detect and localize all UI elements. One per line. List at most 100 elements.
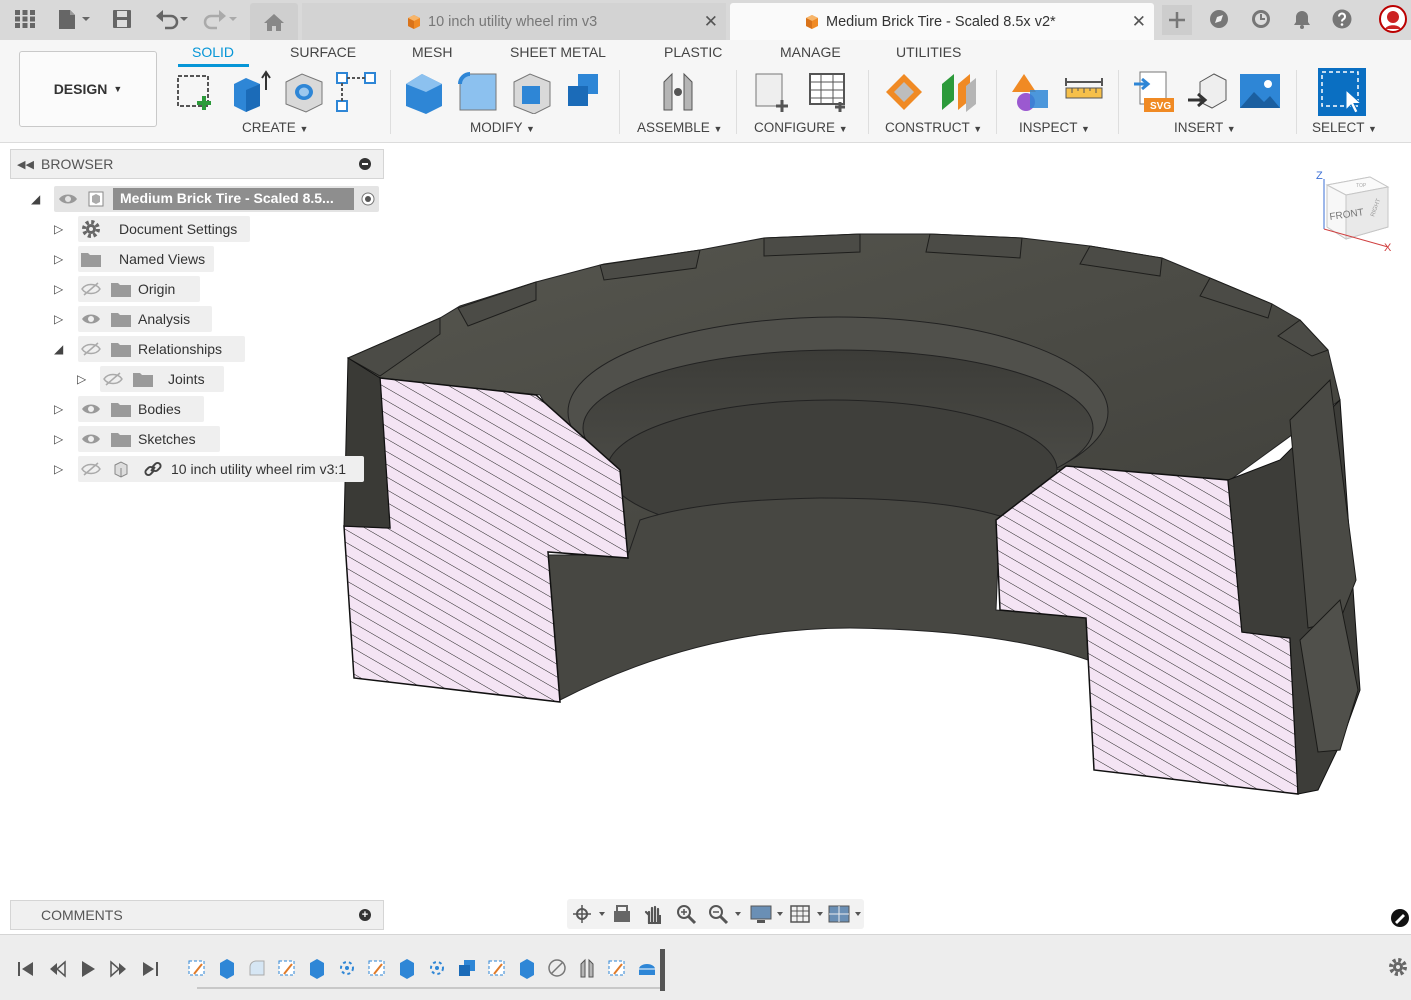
user-avatar[interactable]: [1378, 5, 1408, 33]
step-back-icon[interactable]: [48, 959, 68, 979]
new-tab-plus-icon[interactable]: [1162, 5, 1192, 35]
tab-surface[interactable]: SURFACE: [290, 44, 356, 60]
modify-group-label[interactable]: MODIFY ▼: [470, 120, 535, 135]
viewcube-top-label[interactable]: TOP: [1356, 183, 1367, 189]
job-status-icon[interactable]: [1248, 6, 1274, 32]
tree-item-origin[interactable]: Origin: [78, 276, 200, 302]
press-pull-icon[interactable]: [402, 70, 446, 114]
plane-at-angle-icon[interactable]: [936, 70, 980, 114]
file-menu-icon[interactable]: [54, 6, 94, 32]
viewports-icon[interactable]: [827, 903, 863, 925]
insert-mesh-icon[interactable]: [1186, 70, 1230, 114]
measure-icon[interactable]: [1062, 70, 1106, 114]
comments-panel-header[interactable]: COMMENTS +: [10, 900, 384, 930]
inspect-group-label[interactable]: INSPECT ▼: [1019, 120, 1090, 135]
tree-item-relationships[interactable]: Relationships: [78, 336, 245, 362]
close-tab-icon[interactable]: ✕: [704, 12, 718, 32]
view-cube[interactable]: FRONT RIGHT TOP Z X: [1312, 165, 1402, 255]
tree-item-bodies[interactable]: Bodies: [78, 396, 204, 422]
timeline-split-icon[interactable]: [546, 957, 568, 979]
visibility-eye-icon[interactable]: [57, 188, 79, 210]
tree-item-linked-component[interactable]: 10 inch utility wheel rim v3:1: [78, 456, 364, 482]
go-to-end-icon[interactable]: [140, 959, 160, 979]
go-to-start-icon[interactable]: [16, 959, 36, 979]
tree-item-analysis[interactable]: Analysis: [78, 306, 212, 332]
model-viewport[interactable]: [300, 143, 1411, 933]
document-tab-wheel-rim[interactable]: 10 inch utility wheel rim v3 ✕: [302, 3, 726, 40]
timeline-settings-gear-icon[interactable]: [1388, 957, 1408, 977]
look-at-icon[interactable]: [611, 903, 633, 925]
interference-icon[interactable]: [1008, 70, 1052, 114]
visibility-eye-icon[interactable]: [80, 308, 102, 330]
hidden-eye-icon[interactable]: [80, 338, 102, 360]
tab-mesh[interactable]: MESH: [412, 44, 452, 60]
insert-group-label[interactable]: INSERT ▼: [1174, 120, 1236, 135]
timeline-extrude-icon[interactable]: [516, 957, 538, 979]
tree-item-document-settings[interactable]: Document Settings: [78, 216, 250, 242]
offset-plane-icon[interactable]: [882, 70, 926, 114]
fit-zoom-window-icon[interactable]: [707, 903, 743, 925]
configure-group-label[interactable]: CONFIGURE ▼: [754, 120, 848, 135]
timeline-sketch-icon[interactable]: [486, 957, 508, 979]
activate-radio-icon[interactable]: [357, 188, 379, 210]
tree-item-sketches[interactable]: Sketches: [78, 426, 220, 452]
expand-arrow-icon[interactable]: ▷: [77, 372, 86, 386]
zoom-icon[interactable]: [675, 903, 697, 925]
timeline-section-analysis-icon[interactable]: [636, 957, 658, 979]
hidden-eye-icon[interactable]: [102, 368, 124, 390]
save-icon[interactable]: [110, 6, 134, 32]
timeline-pattern-icon[interactable]: [336, 957, 358, 979]
timeline-playhead-marker[interactable]: [660, 949, 665, 991]
document-tab-brick-tire[interactable]: Medium Brick Tire - Scaled 8.5x v2* ✕: [730, 3, 1154, 40]
expand-arrow-icon[interactable]: ▷: [54, 432, 63, 446]
timeline-fillet-icon[interactable]: [246, 957, 268, 979]
tab-sheet-metal[interactable]: SHEET METAL: [510, 44, 606, 60]
notifications-bell-icon[interactable]: [1289, 6, 1315, 32]
combine-icon[interactable]: [562, 70, 606, 114]
workspace-switcher-button[interactable]: DESIGN ▼: [19, 51, 157, 127]
expand-arrow-icon[interactable]: ▷: [54, 252, 63, 266]
extrude-icon[interactable]: [228, 70, 272, 114]
timeline-extrude-icon[interactable]: [216, 957, 238, 979]
fillet-icon[interactable]: [456, 70, 500, 114]
tree-item-joints[interactable]: Joints: [100, 366, 224, 392]
timeline-sketch-icon[interactable]: [606, 957, 628, 979]
close-tab-icon[interactable]: ✕: [1132, 12, 1146, 32]
play-icon[interactable]: [78, 959, 98, 979]
extensions-icon[interactable]: [1206, 6, 1232, 32]
home-tab[interactable]: [250, 3, 298, 40]
grid-snaps-icon[interactable]: [789, 903, 825, 925]
help-icon[interactable]: [1329, 6, 1355, 32]
collapse-arrow-icon[interactable]: ◢: [54, 342, 63, 356]
create-group-label[interactable]: CREATE ▼: [242, 120, 308, 135]
orbit-icon[interactable]: [571, 903, 607, 925]
construct-group-label[interactable]: CONSTRUCT ▼: [885, 120, 982, 135]
assemble-group-label[interactable]: ASSEMBLE ▼: [637, 120, 722, 135]
display-settings-icon[interactable]: [749, 903, 785, 925]
select-group-label[interactable]: SELECT ▼: [1312, 120, 1377, 135]
hole-icon[interactable]: [282, 70, 326, 114]
visibility-eye-icon[interactable]: [80, 398, 102, 420]
hidden-eye-icon[interactable]: [80, 278, 102, 300]
browser-root-node[interactable]: Medium Brick Tire - Scaled 8.5...: [54, 186, 379, 212]
expand-arrow-icon[interactable]: ▷: [54, 222, 63, 236]
pan-hand-icon[interactable]: [643, 903, 665, 925]
minimize-browser-icon[interactable]: [359, 158, 371, 170]
timeline-sketch-icon[interactable]: [276, 957, 298, 979]
visibility-eye-icon[interactable]: [80, 428, 102, 450]
tire-model[interactable]: [343, 233, 1361, 795]
timeline-combine-icon[interactable]: [456, 957, 478, 979]
create-sketch-icon[interactable]: [174, 70, 218, 114]
timeline-extrude-icon[interactable]: [396, 957, 418, 979]
configuration-grid-icon[interactable]: [806, 70, 850, 114]
configure-table-icon[interactable]: [752, 70, 796, 114]
canvas-image-icon[interactable]: [1238, 70, 1282, 114]
timeline-extrude-icon[interactable]: [306, 957, 328, 979]
expand-arrow-icon[interactable]: ▷: [54, 282, 63, 296]
timeline-sketch-icon[interactable]: [366, 957, 388, 979]
tab-manage[interactable]: MANAGE: [780, 44, 841, 60]
expand-root-arrow-icon[interactable]: ◢: [31, 192, 40, 206]
collapse-panel-icon[interactable]: ◀◀: [17, 158, 35, 171]
expand-arrow-icon[interactable]: ▷: [54, 402, 63, 416]
tab-solid[interactable]: SOLID: [192, 44, 234, 60]
